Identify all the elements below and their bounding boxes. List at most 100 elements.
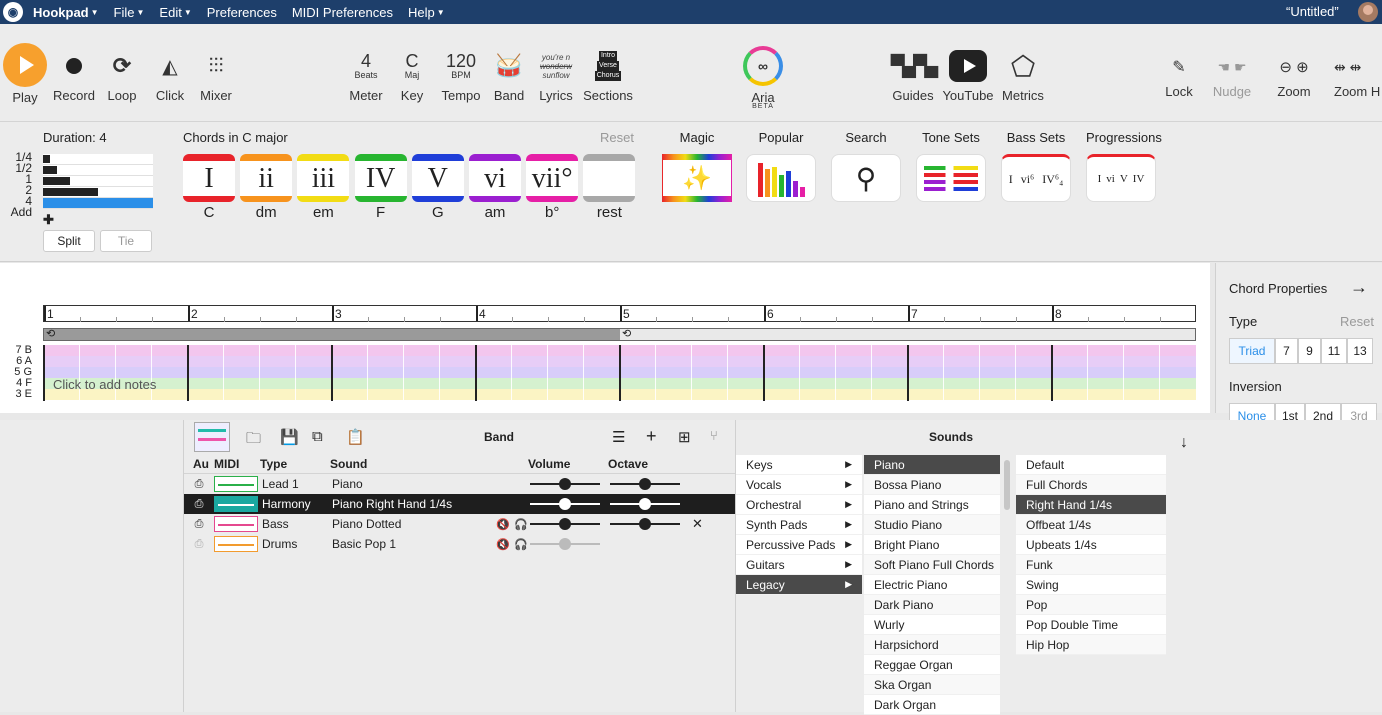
inst-item[interactable]: Dark Piano xyxy=(864,595,1000,615)
inst-item[interactable]: Soft Piano Full Chords xyxy=(864,555,1000,575)
duration-bar-2[interactable] xyxy=(43,187,153,198)
save-icon[interactable]: 💾 xyxy=(280,428,299,446)
menu-preferences[interactable]: Preferences xyxy=(207,5,277,20)
pat-item[interactable]: Default xyxy=(1016,455,1166,475)
sections-button[interactable]: Intro Verse Chorus Sections xyxy=(582,46,634,103)
chord-button-rest[interactable] xyxy=(583,154,636,202)
chord-button-dm[interactable]: ii xyxy=(240,154,293,202)
chord-button-C[interactable]: I xyxy=(183,154,235,202)
menu-edit[interactable]: Edit ▼ xyxy=(159,5,191,20)
hookpad-logo-icon[interactable]: ◉ xyxy=(3,2,23,22)
chord-button-F[interactable]: IV xyxy=(354,154,407,202)
note-grid[interactable] xyxy=(43,345,1196,401)
cat-item[interactable]: Guitars ▶ xyxy=(736,555,862,575)
progressions-button[interactable]: Ivi V IV xyxy=(1086,154,1156,202)
pat-item[interactable]: Upbeats 1/4s xyxy=(1016,535,1166,555)
mixer-settings-icon[interactable]: ☰ xyxy=(612,428,625,446)
pat-item[interactable]: Offbeat 1/4s xyxy=(1016,515,1166,535)
track-row[interactable]: ⎙ Lead 1 Piano xyxy=(184,474,735,494)
menu-file[interactable]: File ▼ xyxy=(114,5,145,20)
inst-item[interactable]: Wurly xyxy=(864,615,1000,635)
type-triad-button[interactable]: Triad xyxy=(1229,338,1275,364)
chords-reset-button[interactable]: Reset xyxy=(600,130,634,145)
duplicate-track-icon[interactable]: ⊞ xyxy=(678,428,691,446)
menu-hookpad[interactable]: Hookpad ▼ xyxy=(33,5,99,20)
youtube-button[interactable]: YouTube xyxy=(940,46,996,103)
popular-button[interactable] xyxy=(746,154,816,202)
inst-item[interactable]: Ska Organ xyxy=(864,675,1000,695)
octave-slider-knob[interactable] xyxy=(639,498,651,510)
headphones-icon[interactable]: 🎧 xyxy=(514,518,528,531)
mute-icon[interactable]: 🔇 xyxy=(496,538,510,551)
cat-item[interactable]: Synth Pads ▶ xyxy=(736,515,862,535)
octave-slider-knob[interactable] xyxy=(639,478,651,490)
metrics-button[interactable]: ⬠ Metrics xyxy=(998,46,1048,104)
meter-button[interactable]: 4 Beats Meter xyxy=(344,46,388,103)
arrow-right-icon[interactable]: → xyxy=(1350,277,1368,298)
instruments-scrollbar[interactable] xyxy=(1004,460,1010,510)
arrow-down-icon[interactable]: ↓ xyxy=(1180,434,1188,452)
nudge-button[interactable]: ☚ ☛ Nudge xyxy=(1208,52,1256,100)
pat-item[interactable]: Pop xyxy=(1016,595,1166,615)
duration-bar-1[interactable] xyxy=(43,176,153,187)
play-button[interactable]: Play xyxy=(2,43,48,105)
volume-slider[interactable] xyxy=(530,478,600,490)
aria-button[interactable]: ∞ Aria BETA xyxy=(740,46,786,110)
menu-help[interactable]: Help ▼ xyxy=(408,5,445,20)
remove-track-icon[interactable]: ✕ xyxy=(692,516,703,532)
avatar[interactable] xyxy=(1358,2,1378,22)
search-button[interactable]: ⚲ xyxy=(831,154,901,202)
inst-item[interactable]: Bossa Piano xyxy=(864,475,1000,495)
lock-button[interactable]: ✎ Lock xyxy=(1160,52,1198,99)
tie-button[interactable]: Tie xyxy=(100,230,152,252)
cat-item[interactable]: Keys ▶ xyxy=(736,455,862,475)
cat-item[interactable]: Legacy ▶ xyxy=(736,575,862,595)
chord-button-G[interactable]: V xyxy=(411,154,464,202)
type-7-button[interactable]: 7 xyxy=(1275,338,1298,364)
bass-sets-button[interactable]: Ivi⁶ IV⁶₄ xyxy=(1001,154,1071,202)
record-button[interactable]: Record xyxy=(50,46,98,103)
tone-sets-button[interactable] xyxy=(916,154,986,202)
copy-icon[interactable]: ⧉ xyxy=(312,428,323,445)
pat-item[interactable]: Hip Hop xyxy=(1016,635,1166,655)
type-9-button[interactable]: 9 xyxy=(1298,338,1321,364)
midi-thumbnail[interactable] xyxy=(214,516,258,532)
measure-ruler[interactable]: 1 2 3 4 5 6 7 8 xyxy=(43,305,1196,322)
track-sound[interactable]: Piano xyxy=(332,477,363,491)
inst-item[interactable]: Dark Organ xyxy=(864,695,1000,715)
key-button[interactable]: C Maj Key xyxy=(394,46,430,103)
pat-item[interactable]: Right Hand 1/4s xyxy=(1016,495,1166,515)
volume-slider-knob[interactable] xyxy=(559,538,571,550)
inst-item[interactable]: Harpsichord xyxy=(864,635,1000,655)
track-row[interactable]: ⎙ Harmony Piano Right Hand 1/4s xyxy=(184,494,735,514)
volume-slider[interactable] xyxy=(530,538,600,550)
pat-item[interactable]: Funk xyxy=(1016,555,1166,575)
split-button[interactable]: Split xyxy=(43,230,95,252)
inst-item[interactable]: Reggae Organ xyxy=(864,655,1000,675)
type-11-button[interactable]: 11 xyxy=(1321,338,1347,364)
band-thumbnail[interactable] xyxy=(194,422,230,452)
octave-slider[interactable] xyxy=(610,478,680,490)
pat-item[interactable]: Swing xyxy=(1016,575,1166,595)
audition-icon[interactable]: ⎙ xyxy=(184,538,214,551)
midi-thumbnail[interactable] xyxy=(214,496,258,512)
octave-slider[interactable] xyxy=(610,518,680,530)
chord-button-am[interactable]: vi xyxy=(469,154,521,202)
loop-region[interactable]: ⟲ ⟲ xyxy=(43,328,1196,341)
click-button[interactable]: ◭ Click xyxy=(150,46,190,104)
guides-button[interactable]: ▀▄▀▄ Guides xyxy=(890,46,939,104)
inst-item[interactable]: Electric Piano xyxy=(864,575,1000,595)
band-button[interactable]: 🥁 Band xyxy=(489,46,529,103)
mute-icon[interactable]: 🔇 xyxy=(496,518,510,531)
octave-slider[interactable] xyxy=(610,498,680,510)
midi-thumbnail[interactable] xyxy=(214,476,258,492)
loop-button[interactable]: ⟳ Loop xyxy=(102,46,142,103)
inst-item[interactable]: Studio Piano xyxy=(864,515,1000,535)
add-duration-icon[interactable]: ✚ xyxy=(43,212,54,228)
midi-thumbnail[interactable] xyxy=(214,536,258,552)
track-row[interactable]: ⎙ Drums Basic Pop 1 🔇 🎧 xyxy=(184,534,735,554)
volume-slider-knob[interactable] xyxy=(559,478,571,490)
type-reset-button[interactable]: Reset xyxy=(1340,314,1374,329)
inst-item[interactable]: Bright Piano xyxy=(864,535,1000,555)
document-title[interactable]: “Untitled” xyxy=(1286,4,1339,19)
